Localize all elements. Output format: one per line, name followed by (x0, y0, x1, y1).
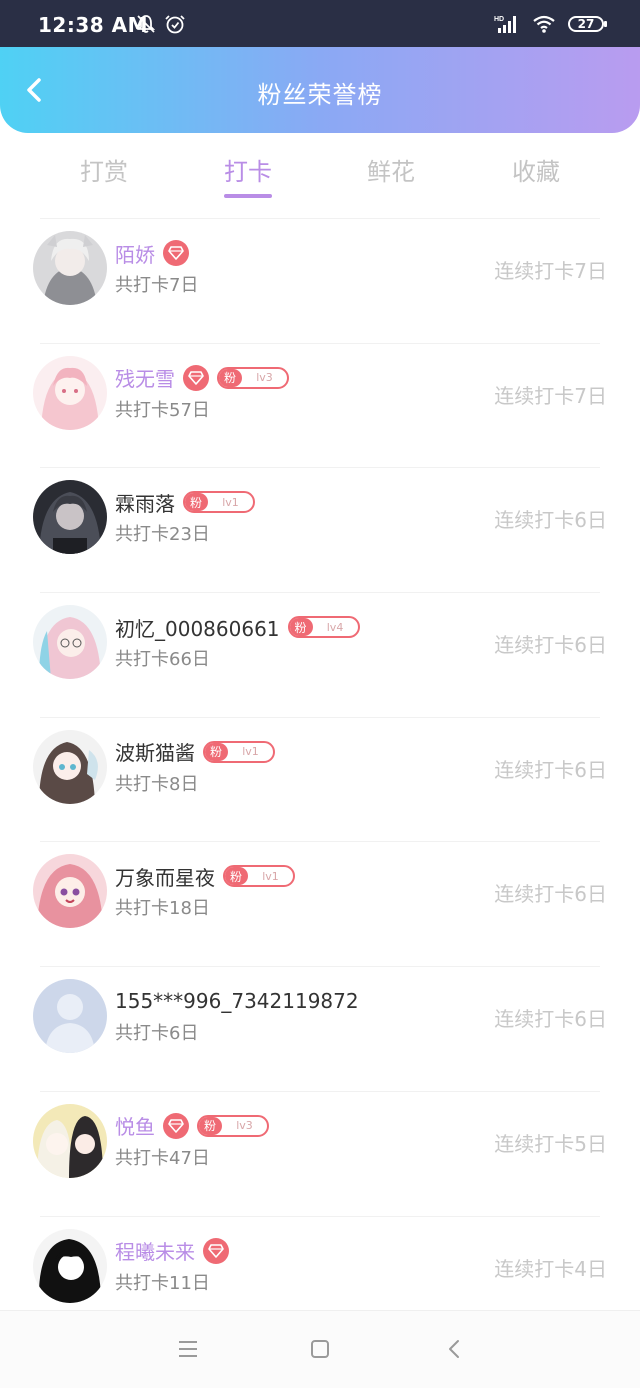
streak-checkins: 连续打卡6日 (494, 1007, 607, 1032)
streak-checkins: 连续打卡6日 (494, 508, 607, 533)
user-name[interactable]: 万象而星夜 (115, 862, 215, 891)
user-name[interactable]: 初忆_000860661 (115, 613, 280, 642)
tab-reward[interactable]: 打赏 (54, 152, 154, 187)
user-name[interactable]: 155***996_7342119872 (115, 989, 359, 1013)
name-line: 程曦未来 (115, 1237, 229, 1265)
avatar[interactable] (33, 480, 107, 555)
bell-muted-icon (136, 15, 156, 33)
list-item[interactable]: 陌娇 共打卡7日 连续打卡7日 (0, 219, 640, 344)
fan-badge-label: 粉 (225, 867, 249, 886)
list-item[interactable]: 155***996_7342119872 共打卡6日 连续打卡6日 (0, 967, 640, 1092)
name-line: 霖雨落 粉 lv1 (115, 488, 255, 516)
fan-level-badge: 粉 lv1 (183, 491, 255, 514)
user-name[interactable]: 程曦未来 (115, 1236, 195, 1265)
list-item[interactable]: 波斯猫酱 粉 lv1 共打卡8日 连续打卡6日 (0, 718, 640, 843)
avatar[interactable] (33, 1103, 107, 1178)
streak-checkins: 连续打卡6日 (494, 757, 607, 782)
total-checkins: 共打卡57日 (115, 399, 210, 421)
vip-diamond-icon (203, 1237, 229, 1264)
name-line: 初忆_000860661 粉 lv4 (115, 613, 360, 641)
fan-level-badge: 粉 lv1 (223, 865, 295, 888)
total-checkins: 共打卡7日 (115, 275, 199, 296)
home-square-icon[interactable] (308, 1338, 332, 1360)
list-item[interactable]: 霖雨落 粉 lv1 共打卡23日 连续打卡6日 (0, 468, 640, 594)
user-name[interactable]: 波斯猫酱 (115, 737, 195, 766)
status-left-icons (136, 14, 186, 34)
status-bar: 12:38 AM HD 27 (0, 0, 640, 47)
fan-badge-level: lv3 (236, 1119, 253, 1133)
svg-text:HD: HD (494, 16, 504, 23)
total-checkins: 共打卡6日 (115, 1023, 199, 1045)
active-tab-indicator (224, 194, 272, 198)
total-checkins: 共打卡11日 (115, 1272, 210, 1294)
fan-level-badge: 粉 lv4 (287, 616, 360, 639)
avatar[interactable] (33, 231, 107, 305)
fan-level-badge: 粉 lv3 (197, 1114, 269, 1137)
tab-favorites[interactable]: 收藏 (486, 152, 586, 187)
name-line: 155***996_7342119872 (115, 987, 359, 1015)
avatar[interactable] (33, 1228, 107, 1303)
fan-rank-list: 陌娇 共打卡7日 连续打卡7日 残无雪 粉 lv3 共打卡57日 连续打卡7日 … (0, 219, 640, 1341)
list-item[interactable]: 初忆_000860661 粉 lv4 共打卡66日 连续打卡6日 (0, 593, 640, 718)
page-header: 粉丝荣誉榜 (0, 47, 640, 133)
name-line: 波斯猫酱 粉 lv1 (115, 738, 275, 766)
fan-badge-level: lv3 (256, 371, 273, 385)
name-line: 万象而星夜 粉 lv1 (115, 862, 295, 890)
name-line: 残无雪 粉 lv3 (115, 364, 289, 392)
user-name[interactable]: 残无雪 (115, 363, 175, 392)
avatar[interactable] (33, 605, 107, 680)
avatar[interactable] (33, 979, 107, 1054)
avatar[interactable] (33, 729, 107, 804)
vip-diamond-icon (163, 240, 189, 266)
tab-flowers[interactable]: 鲜花 (341, 152, 441, 187)
avatar[interactable] (33, 355, 107, 430)
list-item[interactable]: 万象而星夜 粉 lv1 共打卡18日 连续打卡6日 (0, 842, 640, 968)
fan-badge-label: 粉 (185, 493, 209, 512)
streak-checkins: 连续打卡7日 (494, 259, 607, 283)
streak-checkins: 连续打卡6日 (494, 633, 607, 658)
total-checkins: 共打卡66日 (115, 649, 210, 671)
page-title: 粉丝荣誉榜 (257, 81, 383, 109)
list-item[interactable]: 残无雪 粉 lv3 共打卡57日 连续打卡7日 (0, 344, 640, 469)
battery-indicator: 27 (568, 16, 607, 32)
name-line: 陌娇 (115, 239, 189, 267)
streak-checkins: 连续打卡7日 (494, 383, 607, 408)
user-name[interactable]: 陌娇 (115, 239, 155, 268)
status-right-icons: HD 27 (494, 14, 607, 34)
system-nav-bar (0, 1310, 640, 1388)
name-line: 悦鱼 粉 lv3 (115, 1112, 269, 1140)
total-checkins: 共打卡23日 (115, 524, 210, 546)
fan-level-badge: 粉 lv1 (203, 740, 275, 763)
total-checkins: 共打卡18日 (115, 898, 210, 920)
fan-level-badge: 粉 lv3 (217, 366, 289, 389)
user-name[interactable]: 霖雨落 (115, 488, 175, 517)
vip-diamond-icon (163, 1112, 189, 1139)
fan-badge-label: 粉 (205, 742, 229, 761)
fan-badge-level: lv1 (222, 495, 239, 509)
menu-icon[interactable] (176, 1338, 200, 1360)
vip-diamond-icon (183, 364, 209, 391)
streak-checkins: 连续打卡6日 (494, 882, 607, 907)
streak-checkins: 连续打卡4日 (494, 1256, 607, 1281)
avatar[interactable] (33, 854, 107, 929)
user-name[interactable]: 悦鱼 (115, 1111, 155, 1140)
fan-badge-level: lv4 (326, 620, 344, 634)
back-triangle-icon[interactable] (442, 1338, 466, 1360)
fan-badge-label: 粉 (219, 368, 243, 387)
tab-checkin[interactable]: 打卡 (198, 152, 298, 187)
signal-hd-icon: HD (494, 16, 516, 33)
total-checkins: 共打卡47日 (115, 1147, 210, 1169)
list-item[interactable]: 悦鱼 粉 lv3 共打卡47日 连续打卡5日 (0, 1092, 640, 1217)
fan-badge-level: lv1 (242, 745, 259, 759)
alarm-icon (165, 15, 185, 34)
fan-badge-level: lv1 (262, 869, 279, 883)
fan-badge-label: 粉 (289, 618, 313, 637)
streak-checkins: 连续打卡5日 (494, 1131, 607, 1156)
wifi-icon (533, 15, 555, 33)
tab-bar: 打赏 打卡 鲜花 收藏 (0, 140, 640, 200)
fan-badge-label: 粉 (199, 1116, 223, 1135)
status-time: 12:38 AM (38, 13, 149, 37)
total-checkins: 共打卡8日 (115, 773, 199, 795)
